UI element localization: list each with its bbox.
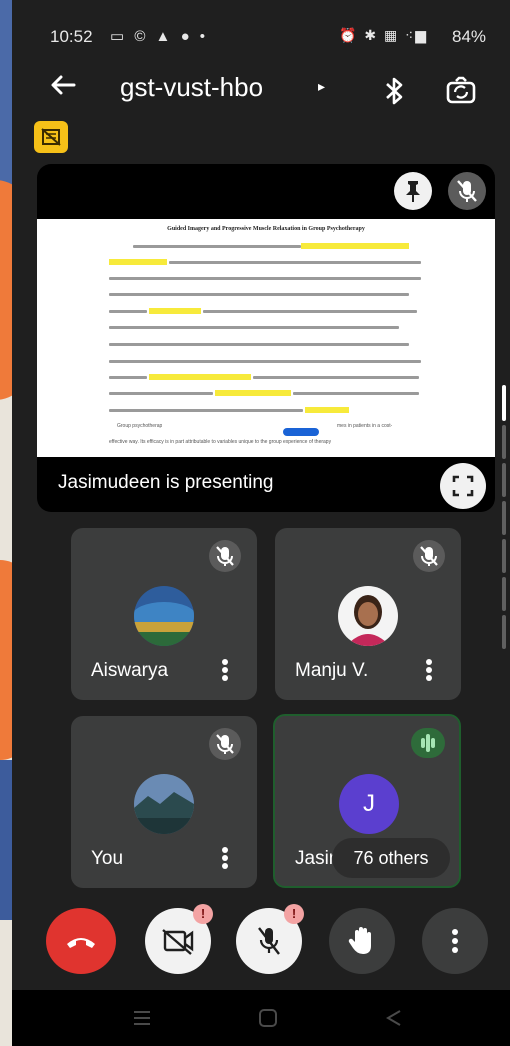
avatar-initial: J [339,774,399,834]
more-vert-icon[interactable] [221,846,229,870]
camera-warning-icon: ! [193,904,213,924]
system-status-icons: ⏰ ✱ ▦ ⁖▆ [339,27,429,43]
pin-icon[interactable] [394,172,432,210]
mic-off-icon [209,540,241,572]
status-time: 10:52 [50,27,93,46]
speaking-indicator-icon [411,728,445,758]
mic-off-icon [209,728,241,760]
avatar [338,586,398,646]
tile-scrollbar[interactable] [502,385,506,660]
document-line-last: effective way. Its efficacy is in part a… [109,439,332,445]
mic-warning-icon: ! [284,904,304,924]
avatar [134,774,194,834]
call-controls: ! ! [12,904,510,984]
more-options-button[interactable] [422,908,488,974]
presenting-label: Jasimudeen is presenting [58,472,274,493]
home-icon[interactable] [256,1008,280,1028]
recording-indicator-icon[interactable] [34,121,68,153]
avatar [134,586,194,646]
back-arrow-icon[interactable] [48,70,82,104]
battery-level: 84% [452,27,487,46]
more-vert-icon[interactable] [425,658,433,682]
document-line-partial-right: mes in patients in a cost- [337,423,393,429]
end-call-button[interactable] [46,908,116,974]
presentation-tile[interactable]: Guided Imagery and Progressive Muscle Re… [37,164,495,512]
document-line-partial: Group psychotherap [117,423,163,429]
bluetooth-audio-icon[interactable] [378,74,410,108]
participant-tile[interactable]: Aiswarya [71,528,257,700]
shared-document: Guided Imagery and Progressive Muscle Re… [37,219,495,457]
participant-tile[interactable]: Manju V. [275,528,461,700]
document-title: Guided Imagery and Progressive Muscle Re… [167,226,365,232]
meet-app: 10:52 ▭ © ▲ ● • ⏰ ✱ ▦ ⁖▆ 84% gst-vust-hb… [12,0,510,1046]
raise-hand-button[interactable] [329,908,395,974]
more-vert-icon[interactable] [221,658,229,682]
presenter-stop-sharing-pill [283,428,319,436]
fullscreen-icon[interactable] [440,463,486,509]
meeting-details-caret-icon[interactable]: ▸ [318,78,325,95]
notification-icons: ▭ © ▲ ● • [110,28,209,45]
meeting-top-bar: gst-vust-hbo ▸ [12,62,510,118]
mic-off-icon [413,540,445,572]
participant-name: Aiswarya [91,660,169,681]
presenter-mic-off-icon [448,172,486,210]
camera-toggle-button[interactable]: ! [145,904,213,974]
system-nav-bar [12,990,510,1046]
avatar-letter: J [363,790,375,817]
meeting-code[interactable]: gst-vust-hbo [120,72,263,103]
mic-toggle-button[interactable]: ! [236,904,304,974]
participant-name: You [91,848,124,869]
others-count-chip[interactable]: 76 others [332,838,450,878]
back-nav-icon[interactable] [382,1008,406,1028]
participant-name: Manju V. [295,660,369,681]
participant-tile-self[interactable]: You [71,716,257,888]
recent-apps-icon[interactable] [130,1008,154,1028]
switch-camera-icon[interactable] [444,74,478,108]
